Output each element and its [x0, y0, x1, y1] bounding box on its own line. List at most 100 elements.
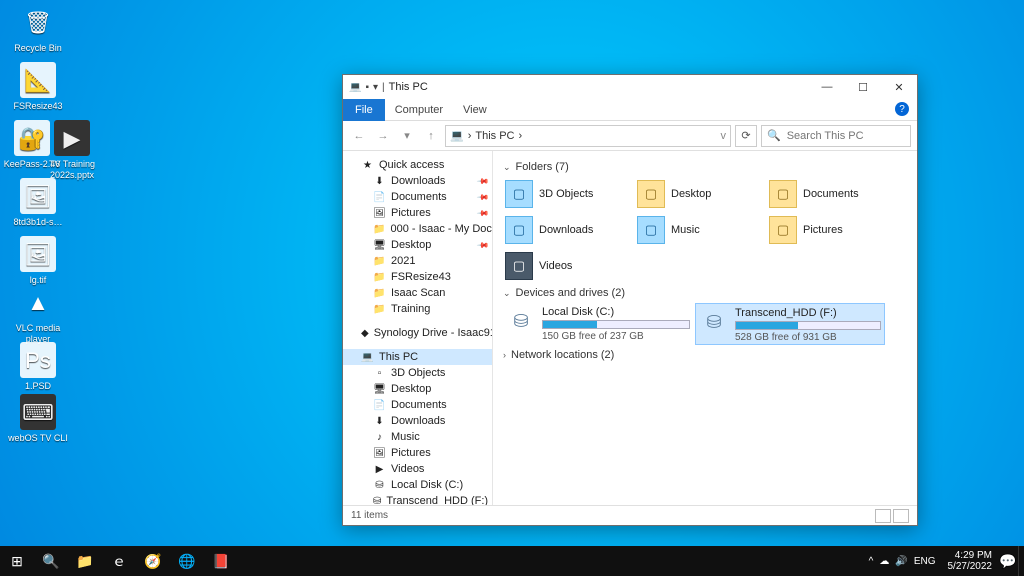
- nav-item-icon: 🖥: [373, 384, 386, 395]
- folder-tile[interactable]: ▢Desktop: [635, 177, 765, 211]
- tab-view[interactable]: View: [453, 101, 497, 119]
- content-pane[interactable]: ⌄Folders (7)▢3D Objects▢Desktop▢Document…: [493, 151, 917, 505]
- desktop-icon[interactable]: 🖼lg.tif: [6, 236, 70, 286]
- refresh-button[interactable]: ⟳: [735, 125, 757, 147]
- drive-free-space: 528 GB free of 931 GB: [735, 332, 881, 343]
- nav-item-label: 2021: [391, 255, 415, 267]
- folder-label: Music: [671, 224, 700, 236]
- taskbar-app-button[interactable]: 🔍: [34, 546, 68, 576]
- view-tiles-button[interactable]: [893, 509, 909, 523]
- taskbar-app-button[interactable]: 📁: [68, 546, 102, 576]
- nav-item[interactable]: 📁2021: [343, 253, 492, 269]
- nav-item-icon: 📄: [373, 192, 386, 203]
- nav-item[interactable]: ◆Synology Drive - Isaac918NAS: [343, 325, 492, 341]
- folder-label: Documents: [803, 188, 859, 200]
- folder-label: Pictures: [803, 224, 843, 236]
- breadcrumb[interactable]: This PC: [475, 130, 514, 142]
- taskbar-app-button[interactable]: 📕: [204, 546, 238, 576]
- nav-item[interactable]: 🖥Desktop📌: [343, 237, 492, 253]
- folder-tile[interactable]: ▢Pictures: [767, 213, 897, 247]
- taskbar-clock[interactable]: 4:29 PM 5/27/2022: [942, 550, 999, 572]
- group-netloc[interactable]: ›Network locations (2): [503, 349, 907, 361]
- drive-capacity-bar: [735, 321, 881, 330]
- nav-item[interactable]: ▶Videos: [343, 461, 492, 477]
- nav-item-label: FSResize43: [391, 271, 451, 283]
- icon-glyph: ⌨: [20, 394, 56, 430]
- drive-free-space: 150 GB free of 237 GB: [542, 331, 690, 342]
- nav-item[interactable]: 💻This PC: [343, 349, 492, 365]
- search-box[interactable]: 🔍: [761, 125, 911, 147]
- nav-item-label: Quick access: [379, 159, 444, 171]
- drive-tile[interactable]: ⛁ Transcend_HDD (F:) 528 GB free of 931 …: [695, 303, 885, 345]
- tab-file[interactable]: File: [343, 99, 385, 121]
- desktop-icon[interactable]: 🖼8td3b1d-s…: [6, 178, 70, 228]
- nav-item[interactable]: 📁FSResize43: [343, 269, 492, 285]
- nav-item-icon: ⛁: [373, 480, 386, 491]
- folder-tile[interactable]: ▢Documents: [767, 177, 897, 211]
- nav-item-icon: ⬇: [373, 416, 386, 427]
- tray-icon[interactable]: 🔊: [895, 556, 907, 567]
- recent-dropdown-icon[interactable]: ▾: [397, 129, 417, 142]
- desktop-icon[interactable]: ▶TV Training 2022s.pptx: [40, 120, 104, 181]
- nav-item[interactable]: 📄Documents📌: [343, 189, 492, 205]
- taskbar-app-button[interactable]: 🌐: [170, 546, 204, 576]
- show-desktop-button[interactable]: [1018, 546, 1024, 576]
- folder-tile[interactable]: ▢Music: [635, 213, 765, 247]
- system-tray[interactable]: ^ ☁ 🔊 ENG: [863, 556, 942, 567]
- navigation-pane[interactable]: ★Quick access⬇Downloads📌📄Documents📌🖼Pict…: [343, 151, 493, 505]
- titlebar[interactable]: 💻 ▪ ▾ | This PC — ☐ ✕: [343, 75, 917, 99]
- desktop-icon[interactable]: Ps1.PSD: [6, 342, 70, 392]
- drive-tile[interactable]: ⛁ Local Disk (C:) 150 GB free of 237 GB: [503, 303, 693, 345]
- desktop-icon[interactable]: ⌨webOS TV CLI: [6, 394, 70, 444]
- start-button[interactable]: ⊞: [0, 546, 34, 576]
- nav-item[interactable]: ⛁Transcend_HDD (F:): [343, 493, 492, 505]
- maximize-button[interactable]: ☐: [845, 75, 881, 99]
- folder-tile[interactable]: ▢Downloads: [503, 213, 633, 247]
- nav-item[interactable]: 🖥Desktop: [343, 381, 492, 397]
- nav-item[interactable]: 📁Isaac Scan: [343, 285, 492, 301]
- nav-item[interactable]: 📄Documents: [343, 397, 492, 413]
- up-button[interactable]: ↑: [421, 130, 441, 142]
- tray-icon[interactable]: ^: [869, 556, 874, 567]
- window-title: This PC: [389, 81, 428, 93]
- nav-item[interactable]: ⬇Downloads📌: [343, 173, 492, 189]
- group-drives[interactable]: ⌄Devices and drives (2): [503, 287, 907, 299]
- help-icon[interactable]: ?: [895, 102, 909, 116]
- address-bar[interactable]: 💻 › This PC › v: [445, 125, 731, 147]
- minimize-button[interactable]: —: [809, 75, 845, 99]
- desktop-icon[interactable]: ▲VLC media player: [6, 284, 70, 345]
- nav-item[interactable]: 📁Training: [343, 301, 492, 317]
- search-input[interactable]: [785, 129, 905, 143]
- nav-item[interactable]: ♪Music: [343, 429, 492, 445]
- nav-item[interactable]: ⛁Local Disk (C:): [343, 477, 492, 493]
- folder-icon: ▢: [505, 180, 533, 208]
- quick-access-toolbar: 💻 ▪ ▾ | This PC: [343, 81, 434, 93]
- forward-button[interactable]: →: [373, 130, 393, 142]
- nav-item-icon: 📁: [373, 288, 386, 299]
- view-details-button[interactable]: [875, 509, 891, 523]
- qat-dropdown-icon[interactable]: ▾: [373, 82, 378, 93]
- notifications-button[interactable]: 💬: [998, 546, 1018, 576]
- desktop-icon[interactable]: 📐FSResize43: [6, 62, 70, 112]
- nav-item[interactable]: ★Quick access: [343, 157, 492, 173]
- nav-item[interactable]: 🖼Pictures: [343, 445, 492, 461]
- navigation-row: ← → ▾ ↑ 💻 › This PC › v ⟳ 🔍: [343, 121, 917, 151]
- desktop-icon-label: 8td3b1d-s…: [6, 217, 70, 228]
- back-button[interactable]: ←: [349, 130, 369, 142]
- folder-tile[interactable]: ▢Videos: [503, 249, 633, 283]
- taskbar-app-button[interactable]: 🧭: [136, 546, 170, 576]
- group-folders[interactable]: ⌄Folders (7): [503, 161, 907, 173]
- nav-item[interactable]: 🖼Pictures📌: [343, 205, 492, 221]
- tray-icon[interactable]: ENG: [914, 556, 936, 567]
- desktop-icon[interactable]: 🗑Recycle Bin: [6, 4, 70, 54]
- icon-glyph: ▶: [54, 120, 90, 156]
- nav-item[interactable]: ▫3D Objects: [343, 365, 492, 381]
- nav-item[interactable]: 📁000 - Isaac - My Document📌: [343, 221, 492, 237]
- folder-tile[interactable]: ▢3D Objects: [503, 177, 633, 211]
- nav-item[interactable]: ⬇Downloads: [343, 413, 492, 429]
- tab-computer[interactable]: Computer: [385, 101, 453, 119]
- taskbar-app-button[interactable]: ｅ: [102, 546, 136, 576]
- tray-icon[interactable]: ☁: [879, 556, 889, 567]
- address-dropdown-icon[interactable]: v: [721, 130, 727, 142]
- close-button[interactable]: ✕: [881, 75, 917, 99]
